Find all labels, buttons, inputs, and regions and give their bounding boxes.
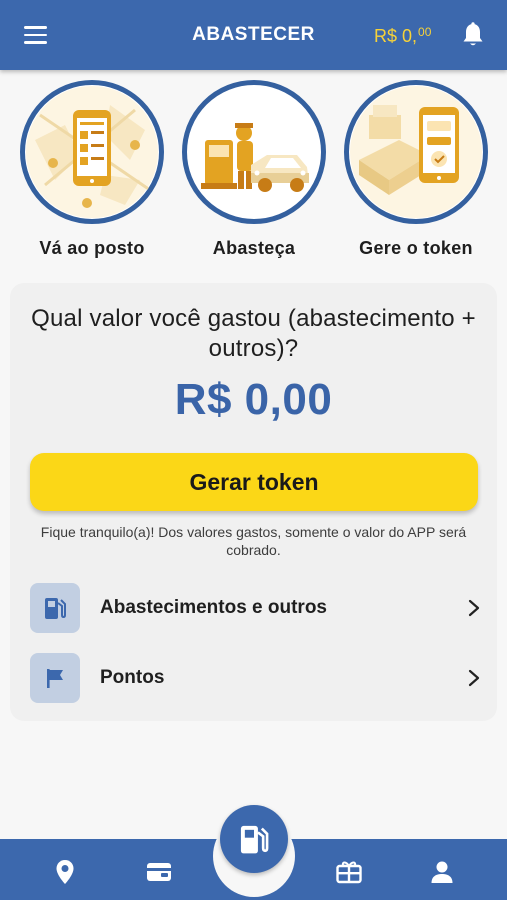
bell-icon[interactable] [461,22,485,48]
chevron-right-icon [468,599,480,617]
token-card: Qual valor você gastou (abastecimento + … [10,283,497,721]
fuel-pump-icon [30,583,80,633]
wallet-icon[interactable] [145,858,173,886]
balance-display[interactable]: R$ 0,00 [374,25,431,47]
info-note: Fique tranquilo(a)! Dos valores gastos, … [40,524,467,558]
amount-value[interactable]: R$ 0,00 [10,375,497,425]
step-go-to-station: Vá ao posto [20,80,164,258]
phone-map-illustration [20,80,164,224]
step-label: Gere o token [359,238,473,258]
step-label: Vá ao posto [39,238,145,258]
list-item-label: Pontos [100,667,165,688]
list-item-fuel-history[interactable]: Abastecimentos e outros [30,583,480,635]
token-phone-illustration [344,80,488,224]
generate-token-button[interactable]: Gerar token [30,453,478,511]
flag-icon [30,653,80,703]
fuel-pump-fab-button[interactable] [220,805,288,873]
balance-cents: 00 [418,25,432,39]
step-refuel: Abasteça [182,80,326,258]
fuel-pump-icon [240,825,269,854]
chevron-right-icon [468,669,480,687]
balance-main: R$ 0, [374,26,418,46]
gift-card-icon[interactable] [335,858,363,886]
user-icon[interactable] [428,858,456,886]
step-label: Abasteça [212,238,296,258]
location-pin-icon[interactable] [51,858,79,886]
amount-question: Qual valor você gastou (abastecimento + … [31,305,476,362]
top-app-bar: ABASTECER R$ 0,00 [0,0,507,70]
fueling-car-illustration [182,80,326,224]
list-item-label: Abastecimentos e outros [100,597,327,618]
list-item-points[interactable]: Pontos [30,653,480,705]
step-generate-token: Gere o token [344,80,488,258]
